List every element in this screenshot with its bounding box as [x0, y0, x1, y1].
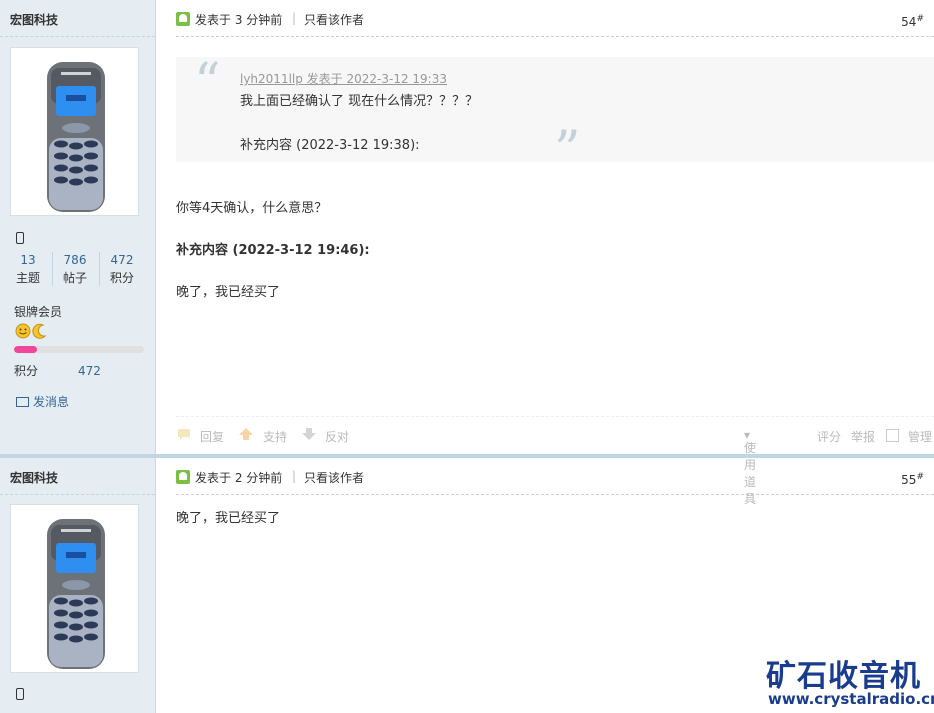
mobile-icon: [16, 232, 24, 244]
avatar[interactable]: [10, 47, 139, 216]
points-label: 积分: [14, 364, 39, 378]
post-header: 发表于 2 分钟前 | 只看该作者 55#: [176, 458, 934, 495]
stat-points[interactable]: 472 积分: [98, 251, 146, 287]
support-button[interactable]: 支持: [263, 428, 287, 445]
mobile-icon: [16, 688, 24, 700]
author-name[interactable]: 宏图科技: [10, 469, 58, 486]
separator: |: [292, 11, 297, 25]
post-header: 发表于 3 分钟前 | 只看该作者 54#: [176, 0, 934, 37]
manage-label: 管理: [908, 430, 933, 444]
post-time: 发表于 2 分钟前: [195, 471, 283, 485]
envelope-icon: [16, 396, 29, 407]
manage-checkbox[interactable]: [886, 429, 899, 442]
rate-button[interactable]: 评分: [817, 428, 841, 445]
quote-text: 我上面已经确认了 现在什么情况？？？？: [240, 94, 479, 109]
post-supplement-heading: 补充内容 (2022-3-12 19:46):: [176, 243, 370, 258]
separator: |: [292, 469, 297, 483]
floor-number[interactable]: 55#: [901, 472, 924, 487]
user-icon: [176, 470, 190, 484]
post-supplement-text: 晚了，我已经买了: [176, 285, 281, 300]
only-author-link[interactable]: 只看该作者: [304, 469, 364, 486]
author-name[interactable]: 宏图科技: [10, 11, 58, 28]
oppose-icon: [301, 427, 317, 441]
quote-open-icon: “: [194, 53, 221, 113]
stat-posts[interactable]: 786 帖子: [51, 251, 99, 287]
stat-threads[interactable]: 13 主题: [4, 251, 52, 287]
watermark-url: www.crystalradio.cn: [768, 690, 934, 708]
rank-progress-bar: [14, 346, 144, 353]
post-text: 晚了，我已经买了: [176, 511, 281, 526]
rank-badge-icon: [15, 323, 49, 339]
post-54: 宏图科技 13 主题 786 帖子 472 积分 银牌会员 积分 472 发消息…: [0, 0, 934, 506]
floor-number[interactable]: 54#: [901, 14, 924, 29]
quote-close-icon: ”: [554, 121, 581, 181]
send-message-link[interactable]: 发消息: [16, 393, 69, 410]
quote-supplement: 补充内容 (2022-3-12 19:38):: [240, 138, 420, 153]
support-icon: [238, 427, 254, 441]
user-icon: [176, 12, 190, 26]
post-footer: 回复 支持 反对 使用道具 ▾ 评分 举报 管理: [176, 416, 934, 506]
only-author-link[interactable]: 只看该作者: [304, 11, 364, 28]
quote-block: “ lyh2011llp 发表于 2022-3-12 19:33 我上面已经确认…: [176, 53, 934, 181]
reply-button[interactable]: 回复: [200, 428, 224, 445]
report-button[interactable]: 举报: [851, 428, 875, 445]
post-time: 发表于 3 分钟前: [195, 13, 283, 27]
divider: [0, 494, 155, 495]
quote-author-link[interactable]: lyh2011llp 发表于 2022-3-12 19:33: [240, 70, 447, 87]
oppose-button[interactable]: 反对: [325, 428, 349, 445]
points-value: 472: [78, 364, 101, 378]
tools-menu[interactable]: 使用道具 ▾: [744, 428, 756, 506]
avatar[interactable]: [10, 504, 139, 673]
watermark-title: 矿石收音机: [766, 659, 921, 694]
author-sidebar: 宏图科技: [0, 458, 156, 713]
member-rank[interactable]: 银牌会员: [14, 303, 62, 320]
divider: [0, 36, 155, 37]
post-text: 你等4天确认，什么意思？: [176, 201, 328, 216]
author-sidebar: 宏图科技 13 主题 786 帖子 472 积分 银牌会员 积分 472 发消息: [0, 0, 156, 454]
reply-icon: [176, 427, 192, 441]
points-row: 积分 472: [14, 362, 101, 379]
